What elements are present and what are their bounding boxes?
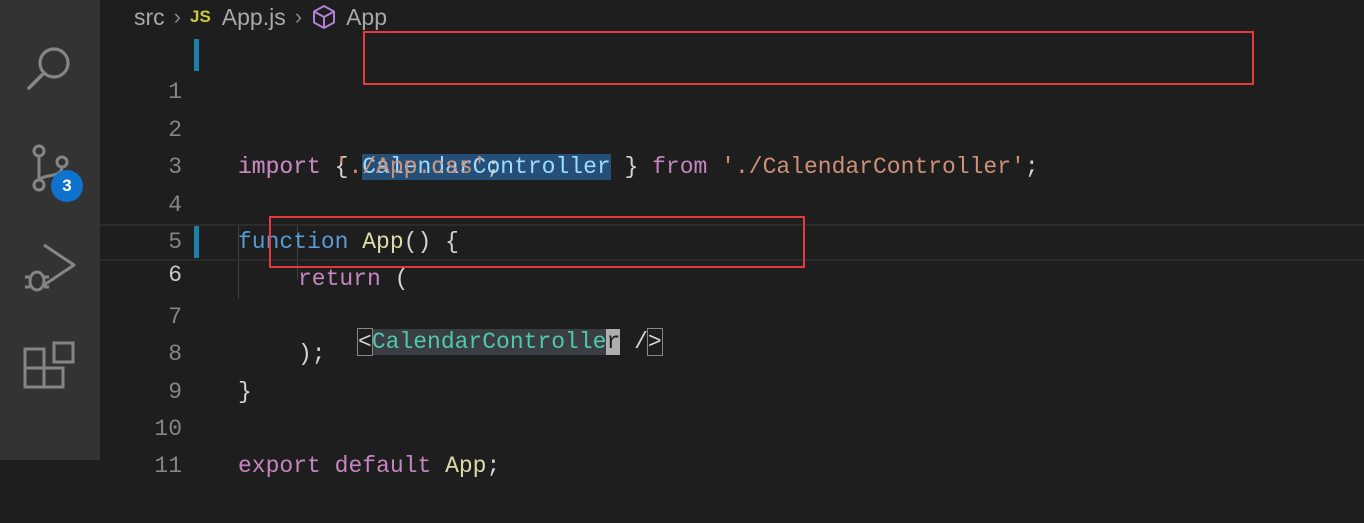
code-line[interactable]: 3: [100, 112, 1364, 180]
code-line[interactable]: 9: [100, 336, 1364, 405]
symbol-cube-icon: [311, 4, 337, 30]
search-icon[interactable]: [20, 37, 80, 97]
breadcrumb-file[interactable]: App.js: [222, 4, 286, 31]
highlight-box-import: [363, 31, 1254, 85]
activity-bar: 3: [0, 0, 100, 460]
code-line[interactable]: 4 function App() {: [100, 149, 1364, 255]
breadcrumb-symbol[interactable]: App: [346, 4, 387, 31]
chevron-right-icon: ›: [294, 4, 303, 29]
code-line[interactable]: 8 }: [100, 299, 1364, 404]
js-file-icon: JS: [190, 7, 211, 26]
breadcrumb-folder[interactable]: src: [134, 4, 165, 31]
highlight-box-jsx: [269, 216, 805, 268]
function-name: App: [445, 453, 487, 480]
modified-gutter-mark: [194, 226, 199, 258]
code-text: export default App;: [238, 448, 500, 485]
run-debug-icon[interactable]: [20, 237, 80, 297]
source-control-badge: 3: [51, 170, 83, 202]
code-line[interactable]: 10 export default App;: [100, 374, 1364, 479]
extensions-icon[interactable]: [20, 338, 80, 398]
modified-gutter-mark: [194, 39, 199, 71]
line-number: 11: [154, 453, 182, 480]
chevron-right-icon: ›: [173, 4, 181, 29]
keyword: default: [334, 453, 432, 480]
breadcrumb: src › JS App.js › App: [134, 0, 387, 34]
code-line[interactable]: 11: [100, 411, 1364, 479]
keyword: export: [238, 453, 321, 480]
punctuation: ;: [486, 453, 501, 480]
